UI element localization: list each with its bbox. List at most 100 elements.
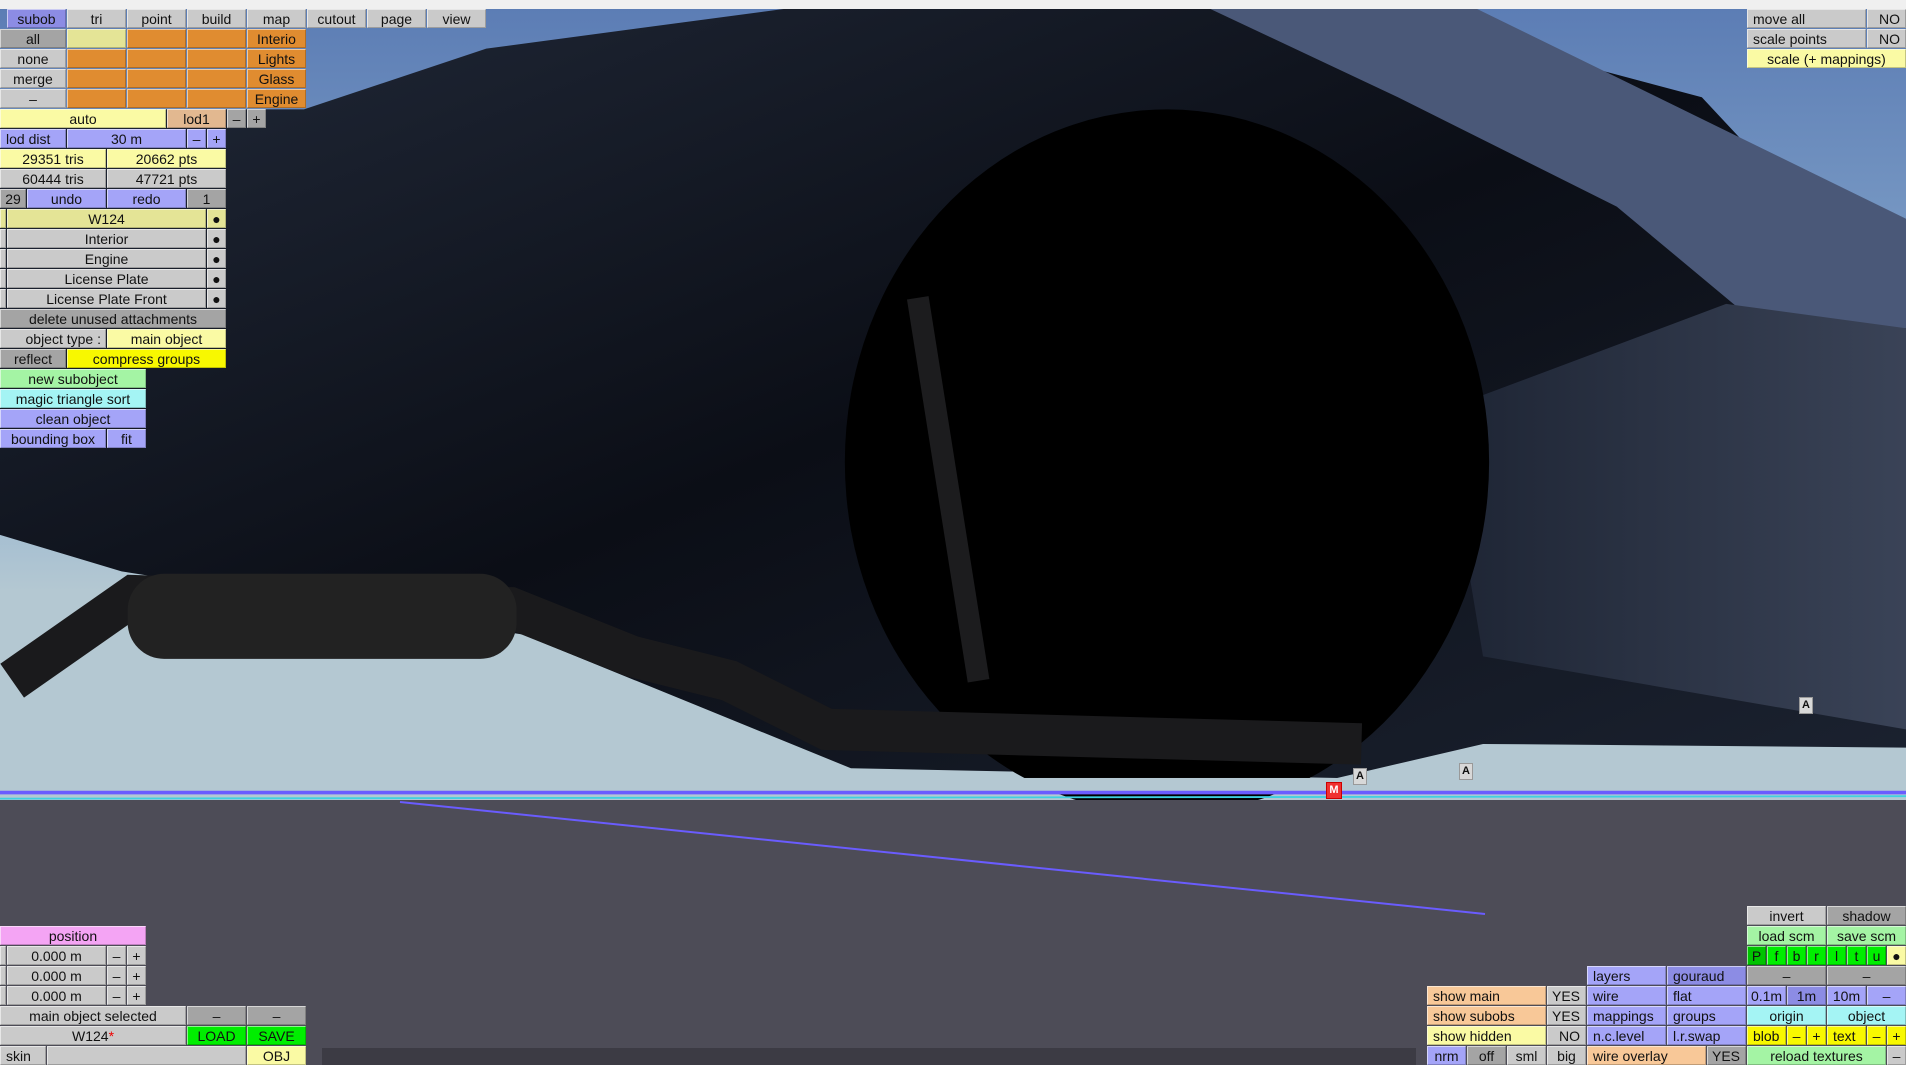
- lod-plus-button[interactable]: +: [247, 109, 266, 128]
- subobject-item[interactable]: Interior: [7, 229, 206, 248]
- new-subobject-button[interactable]: new subobject: [0, 369, 146, 388]
- tab-map[interactable]: map: [247, 9, 306, 28]
- wire-button[interactable]: wire: [1587, 986, 1666, 1005]
- wire-overlay-toggle[interactable]: YES: [1707, 1046, 1746, 1065]
- lod-dist-plus[interactable]: +: [207, 129, 226, 148]
- mappings-button[interactable]: mappings: [1587, 1006, 1666, 1025]
- gouraud-button[interactable]: gouraud: [1667, 966, 1746, 985]
- show-main-toggle[interactable]: YES: [1547, 986, 1586, 1005]
- size-nrm[interactable]: nrm: [1427, 1046, 1466, 1065]
- horizontal-scrollbar[interactable]: [322, 1048, 1416, 1065]
- group-cell[interactable]: [127, 29, 186, 48]
- view-under[interactable]: u: [1867, 946, 1886, 965]
- show-hidden-label[interactable]: show hidden: [1427, 1026, 1546, 1045]
- tab-view[interactable]: view: [427, 9, 486, 28]
- group-cell[interactable]: [127, 89, 186, 108]
- view-left[interactable]: l: [1827, 946, 1846, 965]
- tab-page[interactable]: page: [367, 9, 426, 28]
- subobject-index[interactable]: [0, 289, 6, 308]
- dash-button[interactable]: –: [1827, 966, 1906, 985]
- redo-button[interactable]: redo: [107, 189, 186, 208]
- wire-overlay-label[interactable]: wire overlay: [1587, 1046, 1706, 1065]
- view-back[interactable]: b: [1787, 946, 1806, 965]
- fit-button[interactable]: fit: [107, 429, 146, 448]
- show-subobs-label[interactable]: show subobs: [1427, 1006, 1546, 1025]
- merge-button[interactable]: merge: [0, 69, 66, 88]
- lod-level[interactable]: lod1: [167, 109, 226, 128]
- text-minus[interactable]: –: [1867, 1026, 1886, 1045]
- group-cell[interactable]: [187, 89, 246, 108]
- load-scm-button[interactable]: load scm: [1747, 926, 1826, 945]
- position-y-field[interactable]: 0.000 m: [7, 966, 106, 985]
- subobject-index[interactable]: [0, 209, 6, 228]
- position-x-minus[interactable]: –: [107, 946, 126, 965]
- position-z-field[interactable]: 0.000 m: [7, 986, 106, 1005]
- subobject-item[interactable]: License Plate: [7, 269, 206, 288]
- anchor-marker[interactable]: A: [1799, 697, 1813, 714]
- subobject-item[interactable]: License Plate Front: [7, 289, 206, 308]
- subobject-index[interactable]: [0, 249, 6, 268]
- grid-10m-button[interactable]: 10m: [1827, 986, 1866, 1005]
- view-front[interactable]: f: [1767, 946, 1786, 965]
- group-cell[interactable]: [67, 29, 126, 48]
- subobject-index[interactable]: [0, 269, 6, 288]
- move-all-label[interactable]: move all: [1747, 9, 1866, 28]
- groups-button[interactable]: groups: [1667, 1006, 1746, 1025]
- dot-icon[interactable]: ●: [1887, 946, 1906, 965]
- position-z-minus[interactable]: –: [107, 986, 126, 1005]
- save-button[interactable]: SAVE: [247, 1026, 306, 1045]
- dash-button[interactable]: –: [1747, 966, 1826, 985]
- dash-button[interactable]: –: [247, 1006, 306, 1025]
- lod-dist-minus[interactable]: –: [187, 129, 206, 148]
- save-scm-button[interactable]: save scm: [1827, 926, 1906, 945]
- invert-button[interactable]: invert: [1747, 906, 1826, 925]
- group-cell[interactable]: [67, 69, 126, 88]
- show-subobs-toggle[interactable]: YES: [1547, 1006, 1586, 1025]
- group-engine[interactable]: Engine: [247, 89, 306, 108]
- shadow-button[interactable]: shadow: [1827, 906, 1906, 925]
- magic-triangle-sort-button[interactable]: magic triangle sort: [0, 389, 146, 408]
- obj-export-button[interactable]: OBJ: [247, 1046, 306, 1065]
- grid-off-button[interactable]: –: [1867, 986, 1906, 1005]
- main-origin-marker[interactable]: M: [1326, 782, 1342, 799]
- group-cell[interactable]: [187, 29, 246, 48]
- text-plus[interactable]: +: [1887, 1026, 1906, 1045]
- group-cell[interactable]: [67, 89, 126, 108]
- subobject-item[interactable]: Engine: [7, 249, 206, 268]
- dash-button[interactable]: –: [1887, 1046, 1906, 1065]
- size-big[interactable]: big: [1547, 1046, 1586, 1065]
- group-cell[interactable]: [67, 49, 126, 68]
- select-none-button[interactable]: none: [0, 49, 66, 68]
- delete-unused-attachments-button[interactable]: delete unused attachments: [0, 309, 226, 328]
- subobject-item[interactable]: W124: [7, 209, 206, 228]
- select-all-button[interactable]: all: [0, 29, 66, 48]
- grid-1m-button[interactable]: 1m: [1787, 986, 1826, 1005]
- lod-dist-value[interactable]: 30 m: [67, 129, 186, 148]
- scale-points-toggle[interactable]: NO: [1867, 29, 1906, 48]
- tab-build[interactable]: build: [187, 9, 246, 28]
- object-button[interactable]: object: [1827, 1006, 1906, 1025]
- position-z-plus[interactable]: +: [127, 986, 146, 1005]
- show-main-label[interactable]: show main: [1427, 986, 1546, 1005]
- group-cell[interactable]: [127, 69, 186, 88]
- scale-mappings-button[interactable]: scale (+ mappings): [1747, 49, 1906, 68]
- tab-cutout[interactable]: cutout: [307, 9, 366, 28]
- clean-object-button[interactable]: clean object: [0, 409, 146, 428]
- visibility-dot-icon[interactable]: ●: [207, 289, 226, 308]
- visibility-dot-icon[interactable]: ●: [207, 229, 226, 248]
- reflect-button[interactable]: reflect: [0, 349, 66, 368]
- dash-button[interactable]: –: [187, 1006, 246, 1025]
- compress-groups-button[interactable]: compress groups: [67, 349, 226, 368]
- group-cell[interactable]: [187, 49, 246, 68]
- group-glass[interactable]: Glass: [247, 69, 306, 88]
- lr-swap-button[interactable]: l.r.swap: [1667, 1026, 1746, 1045]
- 3d-viewport[interactable]: [0, 0, 1906, 1065]
- subobject-index[interactable]: [0, 229, 6, 248]
- blob-minus[interactable]: –: [1787, 1026, 1806, 1045]
- size-sml[interactable]: sml: [1507, 1046, 1546, 1065]
- position-x-field[interactable]: 0.000 m: [7, 946, 106, 965]
- visibility-dot-icon[interactable]: ●: [207, 269, 226, 288]
- anchor-marker[interactable]: A: [1353, 768, 1367, 785]
- lod-auto-button[interactable]: auto: [0, 109, 166, 128]
- file-name[interactable]: W124*: [0, 1026, 186, 1045]
